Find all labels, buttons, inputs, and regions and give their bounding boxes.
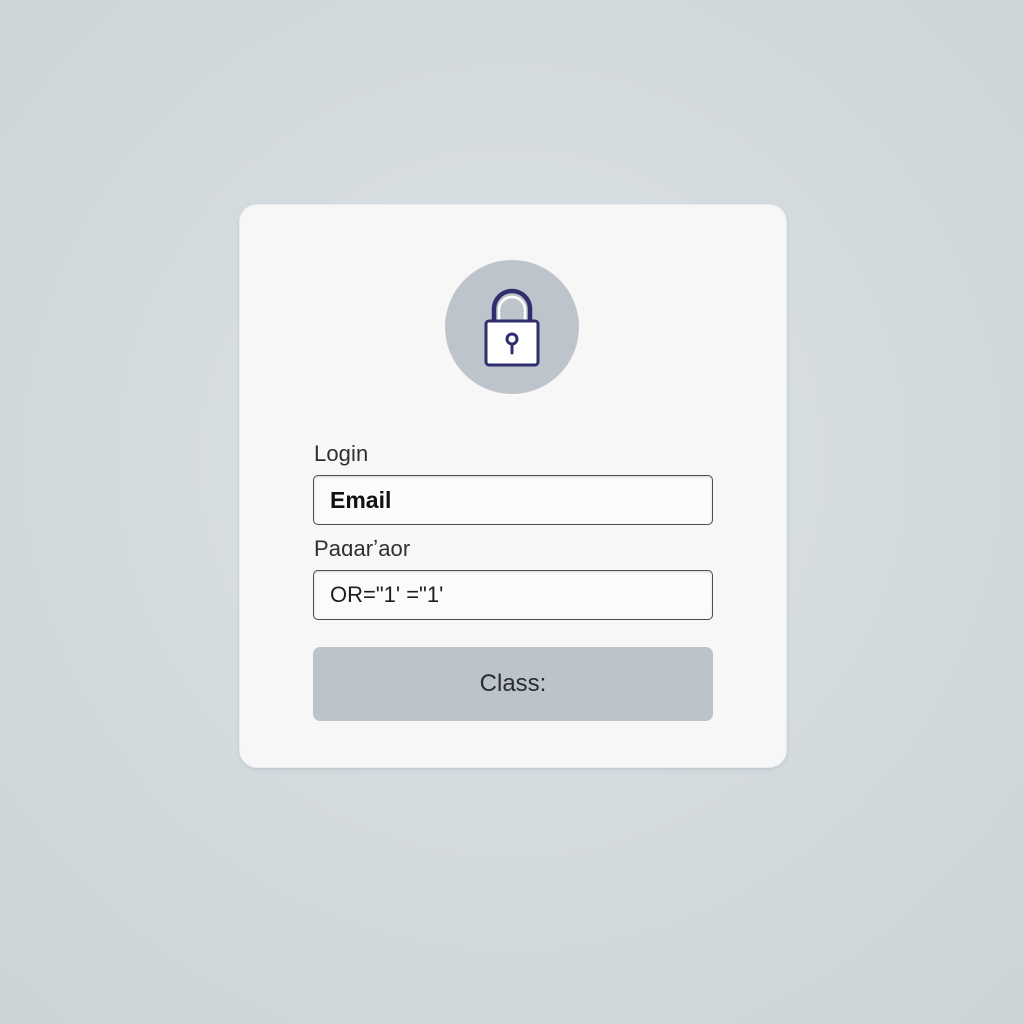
- page-background: Login Paɑarʼaor Class:: [0, 0, 1024, 1024]
- login-card: Login Paɑarʼaor Class:: [239, 204, 787, 768]
- login-label: Login: [314, 441, 369, 466]
- password-label: Paɑarʼaor: [314, 536, 411, 561]
- submit-button[interactable]: Class:: [313, 647, 713, 721]
- password-input[interactable]: [313, 570, 713, 620]
- lock-icon: [480, 283, 544, 371]
- email-input[interactable]: [313, 475, 713, 525]
- lock-badge: [445, 260, 579, 394]
